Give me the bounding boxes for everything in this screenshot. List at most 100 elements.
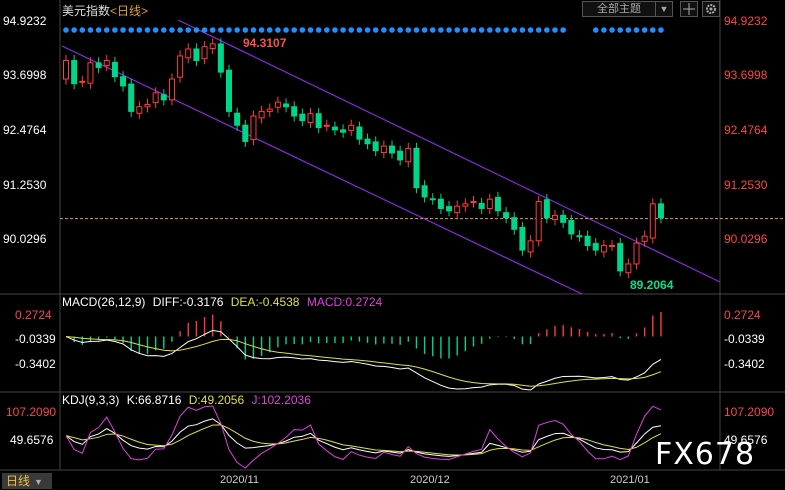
candle <box>568 214 575 240</box>
event-dot <box>209 27 216 33</box>
chevron-down-icon: ▼ <box>659 4 669 14</box>
price-level-r1: 94.9232 <box>724 14 768 28</box>
theme-button[interactable]: 全部主题 <box>582 1 656 17</box>
event-dot <box>87 27 94 33</box>
price-level-2: 93.6998 <box>3 68 47 82</box>
candle <box>250 110 257 146</box>
event-dot <box>413 27 420 33</box>
high-label: 94.3107 <box>243 36 287 50</box>
price-level-3: 92.4764 <box>3 123 47 137</box>
event-dot <box>177 27 183 33</box>
event-dot <box>112 27 118 33</box>
candles <box>63 38 664 279</box>
candle <box>429 193 436 205</box>
event-dot <box>266 27 273 33</box>
macd-level-1-right: 0.2724 <box>724 308 761 322</box>
candle <box>462 198 469 212</box>
candle <box>226 64 232 117</box>
candle <box>331 121 338 136</box>
crosshair-button[interactable] <box>680 1 698 17</box>
candle <box>405 142 412 168</box>
event-dot <box>633 27 640 33</box>
event-dot <box>601 27 607 33</box>
candle <box>380 140 387 159</box>
candle <box>283 98 290 113</box>
macd-level-1-left: 0.2724 <box>15 308 52 322</box>
event-dot <box>348 27 355 33</box>
candle <box>79 75 86 88</box>
right-price-axis: 94.9232 93.6998 92.4764 91.2530 90.0296 <box>724 14 768 246</box>
event-dot <box>299 27 306 33</box>
candle <box>421 180 428 203</box>
event-dot <box>658 27 664 33</box>
price-level-r3: 92.4764 <box>724 123 768 137</box>
event-dot <box>185 27 192 33</box>
candle <box>625 258 632 279</box>
candle <box>307 108 314 129</box>
candle <box>600 239 607 258</box>
low-label: 89.2064 <box>630 278 674 292</box>
candle <box>201 41 208 65</box>
price-level-r4: 91.2530 <box>724 178 768 192</box>
event-dot <box>63 27 69 33</box>
event-dot <box>103 27 110 33</box>
candle <box>364 133 371 150</box>
candle <box>503 207 510 224</box>
candle <box>177 50 184 83</box>
candle <box>136 101 143 119</box>
candle <box>209 38 216 55</box>
event-dot <box>535 27 542 33</box>
event-dot <box>519 27 526 33</box>
event-dot <box>258 27 265 33</box>
kdj-j-value: J:102.2036 <box>252 393 312 407</box>
kdj-level-1-right: 107.2090 <box>724 405 774 419</box>
event-dot <box>625 27 632 33</box>
candle <box>266 103 273 117</box>
event-dot <box>560 27 566 33</box>
event-dot <box>71 27 77 33</box>
macd-diff-value: DIFF:-0.3176 <box>153 295 224 309</box>
candle <box>511 212 518 235</box>
event-dot <box>487 27 493 33</box>
kdj-level-1-left: 107.2090 <box>6 405 56 419</box>
event-dot <box>478 27 485 33</box>
candle <box>552 209 558 226</box>
event-dot <box>144 27 151 33</box>
candle <box>71 54 78 90</box>
candle <box>437 193 444 215</box>
event-dot <box>315 27 322 33</box>
event-dot <box>169 27 175 33</box>
event-dot <box>446 27 452 33</box>
event-dot <box>152 27 159 33</box>
price-level-1: 94.9232 <box>3 14 47 28</box>
event-dot <box>226 27 232 33</box>
candle <box>217 38 224 78</box>
candle <box>315 108 322 134</box>
candle <box>527 235 534 258</box>
candle <box>274 96 281 113</box>
candle <box>372 136 379 157</box>
event-dot <box>307 27 314 33</box>
event-dot <box>454 27 461 33</box>
candle <box>144 98 151 113</box>
macd-value: MACD:0.2724 <box>307 295 383 309</box>
candle <box>95 57 102 74</box>
event-dots <box>63 27 664 33</box>
event-dot <box>609 27 615 33</box>
event-dot <box>389 27 395 33</box>
timeframe-selector[interactable]: 日线 ▼ <box>2 473 52 489</box>
candle <box>323 119 330 132</box>
event-dot <box>234 27 240 33</box>
theme-dropdown-arrow[interactable]: ▼ <box>655 1 673 17</box>
macd-level-3-left: -0.3402 <box>15 357 56 371</box>
candle <box>242 119 249 147</box>
theme-button-label: 全部主题 <box>597 3 641 15</box>
kdj-level-2-left: 49.6576 <box>10 433 54 447</box>
settings-button[interactable] <box>702 1 720 17</box>
timeframe-label: 日线 <box>6 474 31 488</box>
event-dot <box>617 27 623 33</box>
event-dot <box>201 27 208 33</box>
candle <box>535 195 542 247</box>
price-level-5: 90.0296 <box>3 232 47 246</box>
event-dot <box>438 27 444 33</box>
